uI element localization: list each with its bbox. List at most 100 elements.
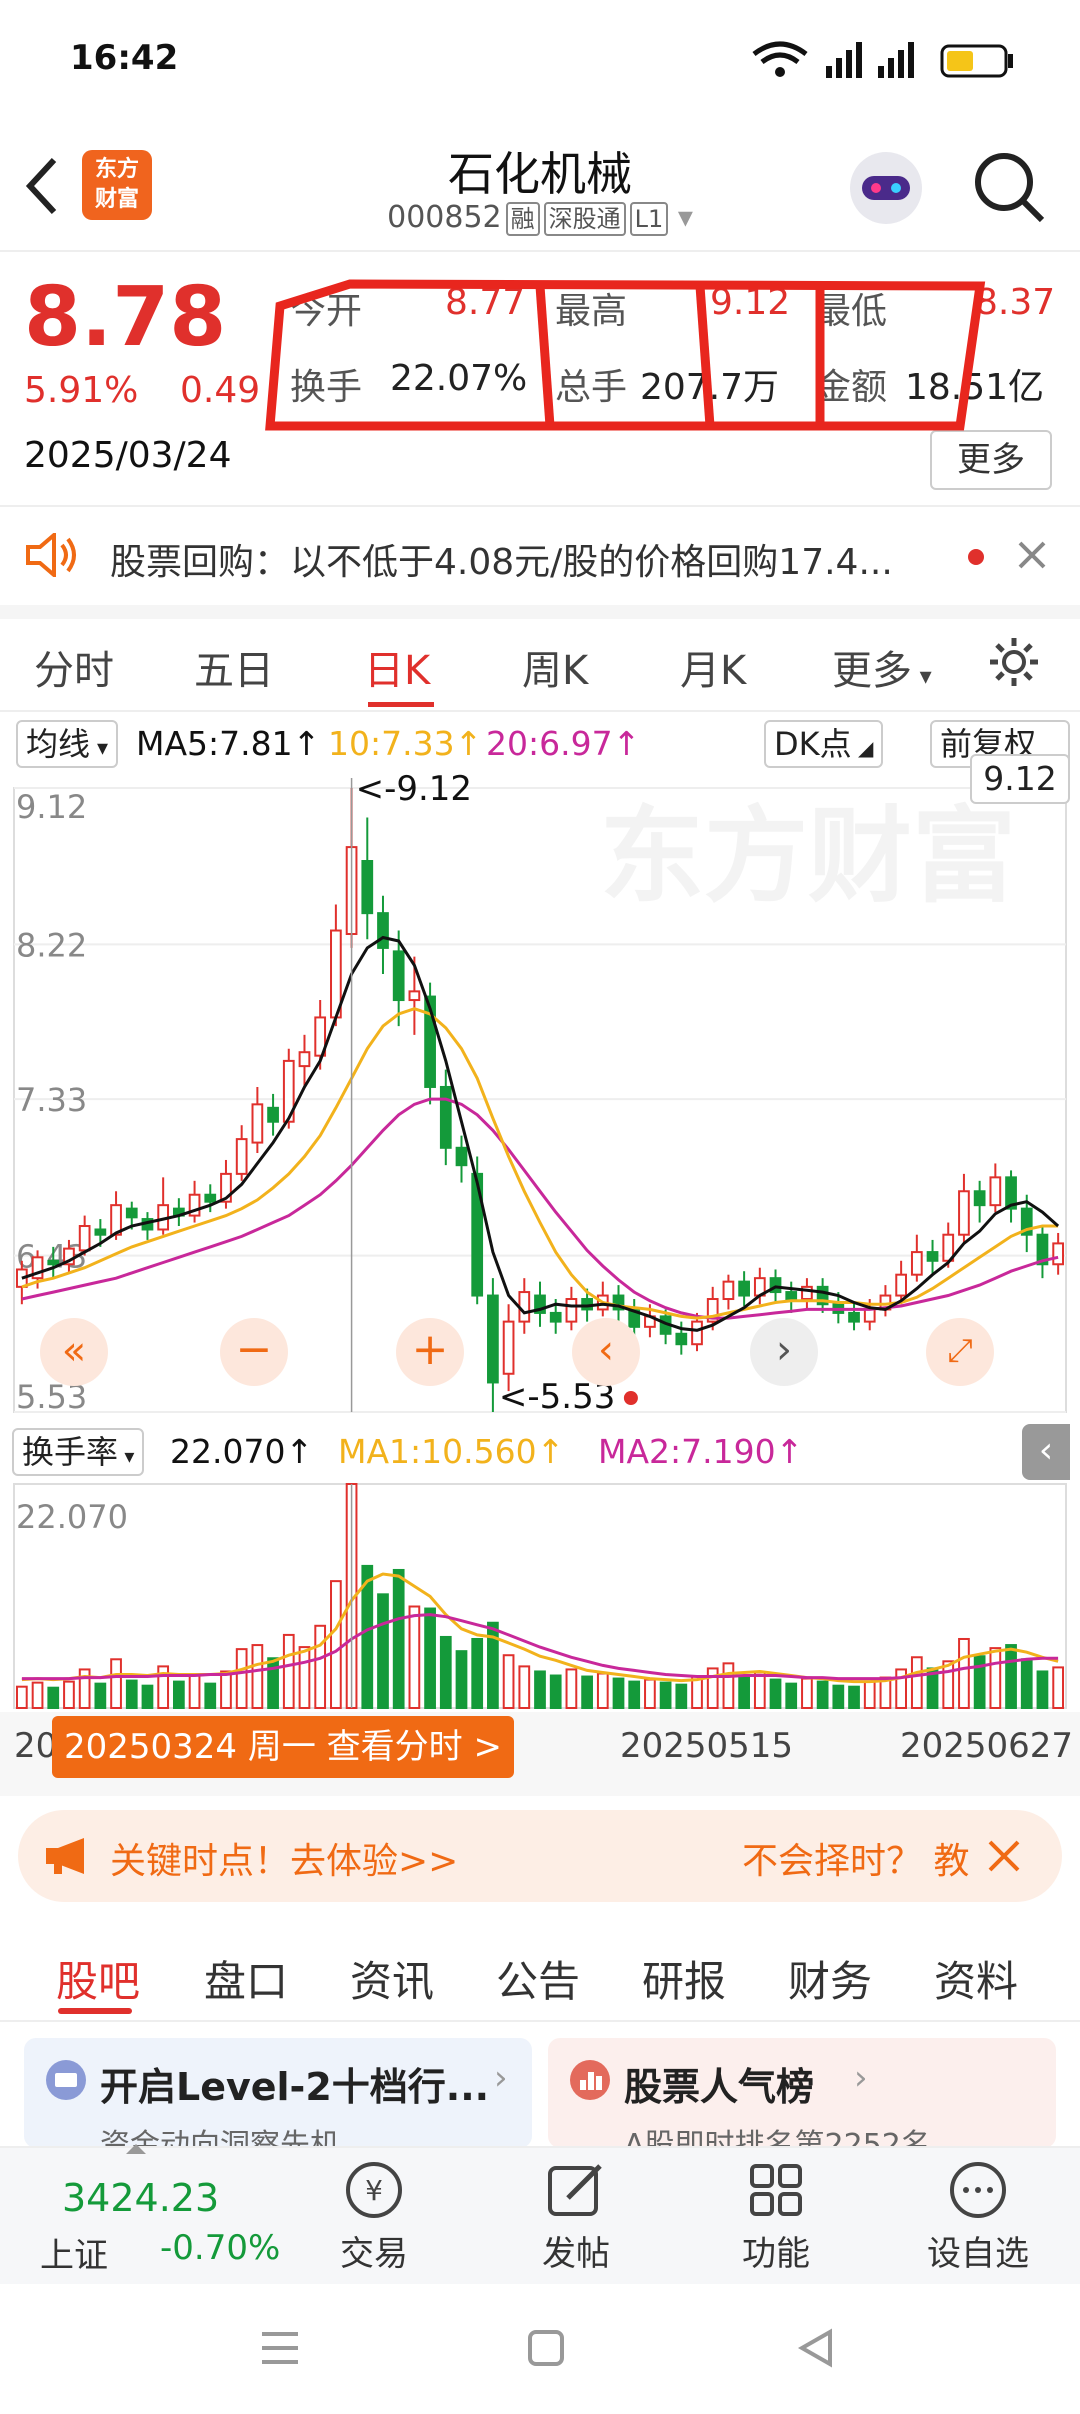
candle-body — [94, 1228, 107, 1236]
turnover-chart[interactable]: 22.070 — [0, 1482, 1080, 1712]
change-percent: 5.91% — [24, 370, 139, 411]
nav-function-label[interactable]: 功能 — [696, 2226, 856, 2275]
nav-trade-label[interactable]: 交易 — [294, 2226, 454, 2275]
tab-five-day[interactable]: 五日 — [194, 638, 274, 696]
index-change: -0.70% — [160, 2228, 281, 2268]
turnover-bar — [439, 1635, 452, 1709]
tab-weekly-k[interactable]: 周K — [522, 638, 588, 696]
kline-chart[interactable]: 东方财富 9.12 8.22 7.33 6.43 5.53 <-9.12 <-5.53 9.… — [0, 754, 1080, 1422]
wifi-icon — [752, 41, 808, 77]
candle-body — [47, 1259, 60, 1266]
signal-icon-2 — [878, 42, 914, 78]
nav-post-label[interactable]: 发帖 — [496, 2226, 656, 2275]
status-bar: 16:42 — [0, 0, 1080, 120]
turnover-ma2: MA2:7.190↑ — [598, 1432, 804, 1471]
price-crosshair-tag: 9.12 — [970, 754, 1070, 804]
tab-financials[interactable]: 财务 — [788, 1948, 872, 2009]
next-button[interactable]: › — [750, 1318, 818, 1386]
candle-body — [973, 1190, 986, 1207]
function-icon[interactable] — [744, 2158, 808, 2222]
chevron-right-icon: › — [494, 2058, 508, 2098]
post-icon[interactable] — [544, 2158, 608, 2222]
tab-news[interactable]: 资讯 — [350, 1948, 434, 2009]
turnover-bar — [298, 1646, 311, 1710]
tab-profile[interactable]: 资料 — [934, 1948, 1018, 2009]
unread-dot — [968, 549, 984, 565]
turnover-bar — [785, 1682, 798, 1710]
chart-period-tabs: 分时 五日 日K 周K 月K 更多 ▾ — [0, 620, 1080, 712]
turnover-bar — [188, 1674, 201, 1709]
home-icon[interactable] — [526, 2328, 566, 2368]
candle-body — [675, 1332, 688, 1346]
turnover-bar — [973, 1655, 986, 1709]
notice-bar[interactable]: 股票回购：以不低于4.08元/股的价格回购17.4... — [0, 505, 1080, 619]
turnover-bar — [958, 1637, 970, 1709]
turnover-bar — [1036, 1670, 1049, 1710]
change-value: 0.49 — [180, 370, 261, 411]
turnover-bar — [565, 1668, 578, 1709]
x-label-2: 20250627 — [900, 1726, 1074, 1766]
robot-avatar-icon[interactable] — [842, 148, 930, 228]
turnover-bar — [424, 1607, 436, 1709]
back-icon[interactable] — [796, 2328, 836, 2368]
turnover-current: 22.070↑ — [170, 1432, 314, 1471]
index-value[interactable]: 3424.23 — [62, 2176, 219, 2220]
turnover-bar — [31, 1681, 44, 1709]
tab-research[interactable]: 研报 — [642, 1948, 726, 2009]
turnover-bar — [94, 1682, 107, 1710]
close-icon[interactable] — [1016, 539, 1048, 571]
trade-icon[interactable]: ¥ — [342, 2158, 406, 2222]
candle-body — [251, 1103, 264, 1144]
jump-start-button[interactable]: « — [40, 1318, 108, 1386]
turnover-bar — [1005, 1644, 1017, 1710]
turnover-bar — [204, 1682, 217, 1710]
search-icon[interactable] — [972, 150, 1048, 226]
zoom-in-button[interactable]: + — [396, 1318, 464, 1386]
tab-forum[interactable]: 股吧 — [56, 1948, 140, 2009]
tab-more[interactable]: 更多 ▾ — [832, 638, 932, 696]
chevron-down-icon[interactable]: ▾ — [678, 200, 693, 235]
nav-watchlist-label[interactable]: 设自选 — [898, 2226, 1058, 2275]
turnover-bar — [408, 1605, 421, 1709]
tab-monthly-k[interactable]: 月K — [680, 638, 746, 696]
collapse-panel-button[interactable]: ‹ — [1022, 1424, 1070, 1480]
popularity-card[interactable]: 股票人气榜 › A股即时排名第2252名 — [548, 2038, 1056, 2148]
candle-body — [392, 950, 405, 1002]
tab-announcements[interactable]: 公告 — [496, 1948, 580, 2009]
candle-body — [298, 1051, 311, 1068]
fullscreen-icon[interactable]: ⤢ — [926, 1318, 994, 1386]
tab-daily-k[interactable]: 日K — [364, 638, 430, 696]
zoom-out-button[interactable]: − — [220, 1318, 288, 1386]
candle-body — [1052, 1242, 1065, 1266]
ma10-label: 10:7.33↑ — [328, 724, 483, 763]
status-icons — [752, 41, 1013, 78]
content-tabs: 股吧 盘口 资讯 公告 研报 财务 资料 — [0, 1930, 1080, 2022]
dk-point-button[interactable]: DK点 ◢ — [764, 720, 884, 768]
ma-legend-bar: 均线 ▾ MA5:7.81↑ 10:7.33↑ 20:6.97↑ DK点 ◢ 前… — [0, 712, 1080, 772]
turnover-bar — [125, 1679, 138, 1709]
close-banner-icon[interactable] — [986, 1838, 1022, 1874]
promo-text: 关键时点！去体验>> — [110, 1841, 459, 1882]
candle-body — [910, 1251, 923, 1276]
turnover-bar — [63, 1680, 75, 1709]
tab-intraday[interactable]: 分时 — [34, 638, 114, 696]
turnover-bar — [816, 1680, 829, 1709]
ranking-icon — [570, 2060, 610, 2100]
prev-button[interactable]: ‹ — [572, 1318, 640, 1386]
tag-connect: 深股通 — [543, 202, 626, 236]
candle-body — [518, 1291, 531, 1323]
add-watchlist-icon[interactable] — [946, 2158, 1010, 2222]
level2-card[interactable]: 开启Level-2十档行... › 资金动向洞察先机 — [24, 2038, 532, 2148]
candle-body — [78, 1225, 91, 1252]
turnover-bar — [455, 1650, 468, 1709]
svg-text:¥: ¥ — [365, 2174, 383, 2207]
turnover-select[interactable]: 换手率 ▾ — [12, 1428, 145, 1476]
promo-banner[interactable]: 关键时点！去体验>> 不会择时？ 教 — [18, 1810, 1062, 1902]
gear-icon[interactable] — [986, 634, 1042, 690]
view-intraday-button[interactable]: 20250324 周一 查看分时 > — [52, 1716, 514, 1778]
menu-icon[interactable] — [258, 2328, 302, 2368]
ma-select[interactable]: 均线 ▾ — [16, 720, 119, 768]
level2-title: 开启Level-2十档行... — [100, 2065, 490, 2109]
tab-orderbook[interactable]: 盘口 — [204, 1948, 288, 2009]
index-name: 上证 — [40, 2236, 108, 2276]
